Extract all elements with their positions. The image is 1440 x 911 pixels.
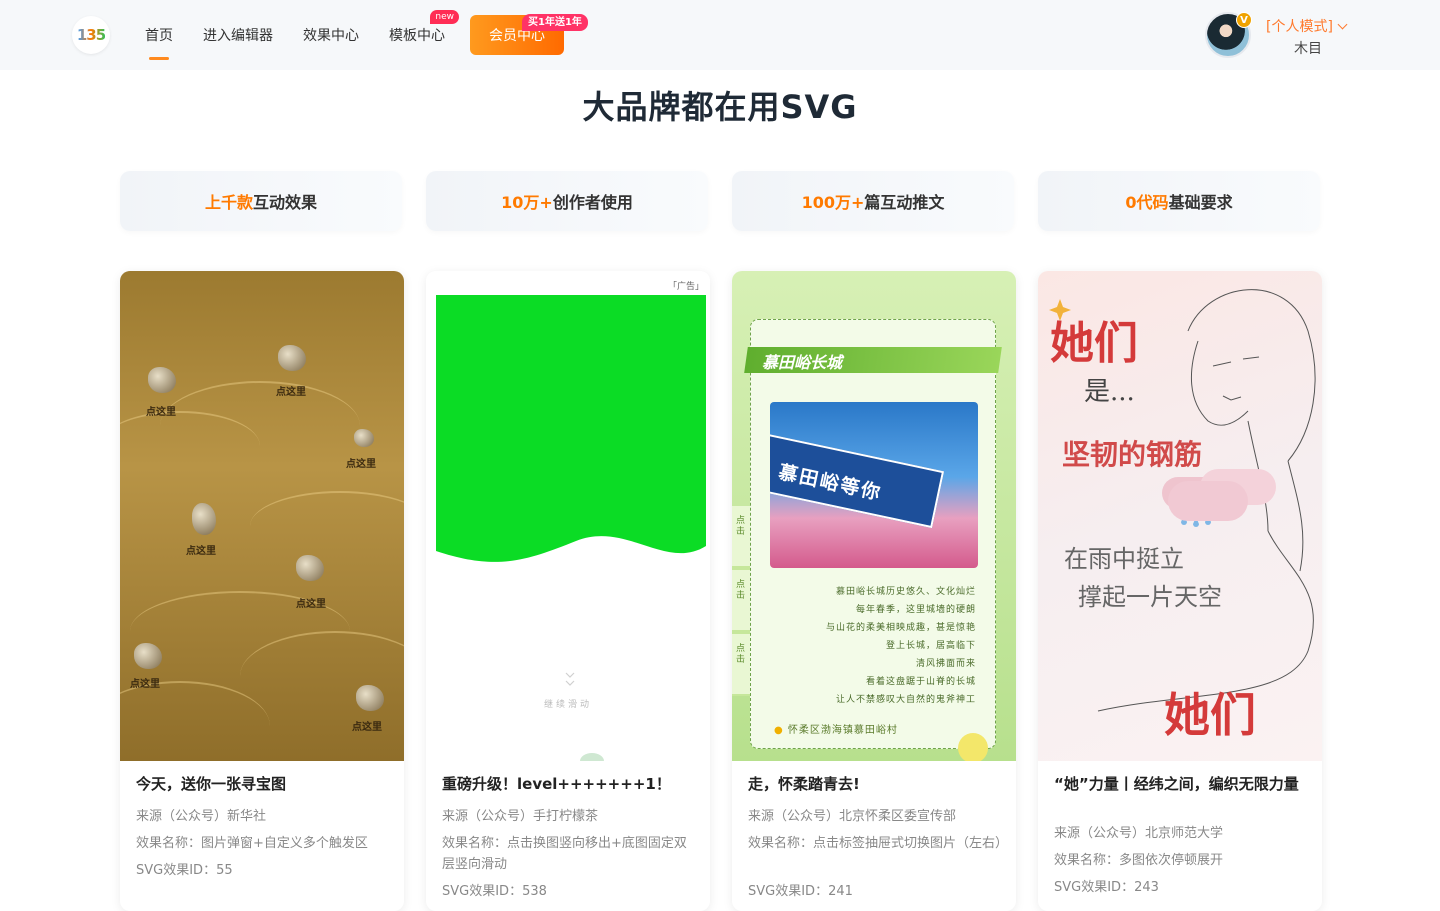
case-card[interactable]: 点这里 点这里 点这里 点这里 点这里 点这里 点这里 今天，送你一张寻宝图 来… [120,271,404,911]
card-source: 来源（公众号）手打柠檬茶 [442,809,599,824]
vip-promo-badge: 买1年送1年 [522,14,588,31]
stat-highlight: 10万+ [501,193,553,212]
card-title: 今天，送你一张寻宝图 [136,775,287,793]
treasure-spot-icon[interactable] [278,345,306,371]
card-svg-id: SVG效果ID：241 [748,884,853,899]
card-effect-name: 效果名称：多图依次停顿展开 [1054,853,1224,868]
banner-title: 慕田峪长城 [762,353,843,372]
chevron-down-icon [1337,19,1348,30]
top-nav-bar: 135 首页 进入编辑器 效果中心 模板中心 new 会员中心 买1年送1年 V… [0,0,1440,70]
case-thumbnail-treasure-map: 点这里 点这里 点这里 点这里 点这里 点这里 点这里 [120,271,404,761]
poster-text: 在雨中挺立 [1064,545,1184,573]
card-svg-id: SVG效果ID：55 [136,863,233,878]
poem-line: 让人不禁感叹大自然的鬼斧神工 [835,695,976,705]
stat-articles: 100万+ 篇互动推文 [732,171,1014,231]
location-pin-icon: ● [774,725,784,736]
location-text: ● 怀柔区渤海镇慕田峪村 [774,721,898,736]
main-nav: 首页 进入编辑器 效果中心 模板中心 new [130,0,460,70]
side-tab[interactable]: 点击 [736,580,746,602]
card-source: 来源（公众号）北京师范大学 [1054,826,1224,841]
spot-label: 点这里 [186,546,216,557]
spot-label: 点这里 [130,679,160,690]
poem-line: 清风拂面而来 [915,659,976,669]
poem-line: 每年春季，这里城墙的硬朗 [855,605,976,615]
poem-line: 登上长城，居高临下 [885,641,976,651]
spot-label: 点这里 [276,387,306,398]
stat-text: 篇互动推文 [864,193,945,212]
nav-home[interactable]: 首页 [145,0,173,70]
nav-editor-label: 进入编辑器 [203,28,273,44]
case-thumbnail-she-power: 她们 是... 坚韧的钢筋 在雨中挺立 撑起一片天空 她们 [1038,271,1322,761]
mountain-shape [250,491,404,561]
decor-circle [958,733,988,761]
card-source: 来源（公众号）新华社 [136,809,267,824]
stat-text: 创作者使用 [552,193,633,212]
stat-highlight: 0代码 [1125,193,1169,212]
case-card[interactable]: 她们 是... 坚韧的钢筋 在雨中挺立 撑起一片天空 她们 “她”力量丨经纬之间… [1038,271,1322,911]
treasure-spot-icon[interactable] [134,643,162,669]
logo-text: 135 [76,26,106,44]
location-label: 怀柔区渤海镇慕田峪村 [787,725,898,736]
case-thumbnail-green-wave: 「广告」 继续滑动 [426,271,710,761]
card-effect-name: 效果名称：图片弹窗+自定义多个触发区 [136,836,368,851]
card-title: 重磅升级！level+++++++1！ [442,775,671,793]
card-effect-name: 效果名称：点击换图竖向移出+底图固定双层竖向滑动 [442,836,687,872]
nav-editor[interactable]: 进入编辑器 [203,0,273,70]
spot-label: 点这里 [352,722,382,733]
poster-text: 是... [1084,377,1135,407]
site-logo[interactable]: 135 [72,16,110,54]
spot-label: 点这里 [346,459,376,470]
green-wave-graphic [436,295,706,761]
poem-line: 慕田峪长城历史悠久、文化灿烂 [835,587,976,597]
card-effect-name: 效果名称：点击标签抽屉式切换图片（左右） [748,836,1009,851]
stat-effects: 上千款 互动效果 [120,171,402,231]
new-badge: new [430,10,459,24]
stat-no-code: 0代码 基础要求 [1038,171,1320,231]
side-tab[interactable]: 点击 [736,644,746,666]
treasure-spot-icon[interactable] [148,367,176,393]
stat-highlight: 上千款 [204,193,253,212]
treasure-spot-icon[interactable] [356,685,384,711]
nav-template-center[interactable]: 模板中心 new [389,0,459,70]
spot-label: 点这里 [146,407,176,418]
user-name: 木目 [1294,41,1322,57]
mountain-shape [120,411,260,481]
stat-text: 基础要求 [1168,193,1233,212]
card-svg-id: SVG效果ID：243 [1054,880,1159,895]
poster-text: 坚韧的钢筋 [1062,438,1203,471]
treasure-spot-icon[interactable] [296,555,324,581]
nav-home-label: 首页 [145,28,173,44]
nav-template-label: 模板中心 [389,28,445,44]
card-title: “她”力量丨经纬之间，编织无限力量 [1054,775,1299,793]
poem-line: 看着这盘踞于山脊的长城 [865,677,976,687]
side-tabs[interactable]: 点击 点击 点击 [732,506,750,696]
stat-text: 互动效果 [253,193,318,212]
poem-lines: 慕田峪长城历史悠久、文化灿烂 每年春季，这里城墙的硬朗 与山花的柔美相映成趣，甚… [776,583,976,709]
case-thumbnail-great-wall: 慕田峪长城 慕田峪等你 点击 点击 点击 慕田峪长城历史悠久、文化灿烂 每年春季… [732,271,1016,761]
treasure-spot-icon[interactable] [354,429,374,447]
nav-effects-label: 效果中心 [303,28,359,44]
poster-text: 她们 [1164,688,1256,742]
card-svg-id: SVG效果ID：538 [442,884,547,899]
poster-text: 她们 [1050,318,1138,369]
poster-text: 撑起一片天空 [1078,583,1222,611]
user-mode-label: [个人模式] [1266,19,1333,35]
spot-label: 点这里 [296,599,326,610]
user-mode-dropdown[interactable]: [个人模式] [1266,16,1348,36]
card-source: 来源（公众号）北京怀柔区委宣传部 [748,809,957,824]
vip-v-badge: V [1236,12,1252,28]
page-title: 大品牌都在用SVG [582,88,858,126]
treasure-spot-icon[interactable] [192,503,216,535]
wall-photo: 慕田峪等你 [770,402,978,568]
stat-highlight: 100万+ [801,193,865,212]
scroll-hint: 继续滑动 [543,700,592,710]
nav-effects-center[interactable]: 效果中心 [303,0,359,70]
rain-cloud-icon [1168,481,1248,521]
side-tab[interactable]: 点击 [736,516,746,538]
stat-creators: 10万+ 创作者使用 [426,171,708,231]
case-card[interactable]: 慕田峪长城 慕田峪等你 点击 点击 点击 慕田峪长城历史悠久、文化灿烂 每年春季… [732,271,1016,911]
card-title: 走，怀柔踏青去! [748,775,860,793]
poem-line: 与山花的柔美相映成趣，甚是惊艳 [825,623,976,633]
case-card[interactable]: 「广告」 继续滑动 重磅升级！level+++++++1！ 来源（公众号）手打柠… [426,271,710,911]
